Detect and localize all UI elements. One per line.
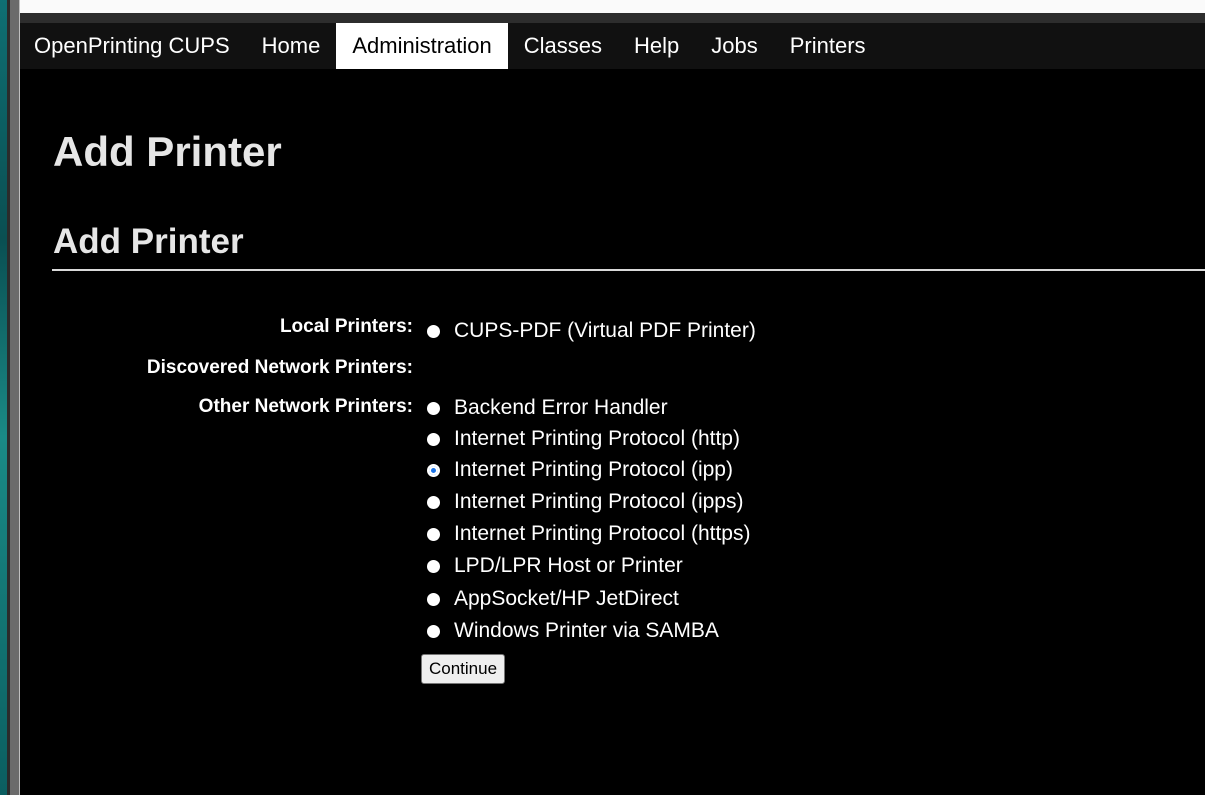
radio-button-selected[interactable] (427, 463, 440, 477)
top-navigation: OpenPrinting CUPS Home Administration Cl… (20, 23, 1205, 69)
option-lpd-lpr[interactable]: LPD/LPR Host or Printer (427, 554, 683, 578)
nav-item-classes[interactable]: Classes (508, 23, 618, 69)
nav-item-home[interactable]: Home (246, 23, 337, 69)
radio-button[interactable] (427, 624, 440, 638)
option-label: Backend Error Handler (454, 396, 668, 419)
nav-item-printers[interactable]: Printers (774, 23, 882, 69)
option-label: Internet Printing Protocol (ipp) (454, 458, 733, 481)
window-border-highlight (19, 0, 20, 795)
option-label: CUPS-PDF (Virtual PDF Printer) (454, 319, 756, 342)
radio-button[interactable] (427, 324, 440, 338)
nav-item-administration[interactable]: Administration (336, 23, 508, 69)
option-label: Internet Printing Protocol (ipps) (454, 490, 744, 513)
radio-button[interactable] (427, 527, 440, 541)
window-scrollbar-left (10, 0, 19, 795)
option-samba[interactable]: Windows Printer via SAMBA (427, 619, 719, 643)
other-printers-label: Other Network Printers: (198, 396, 413, 417)
radio-button[interactable] (427, 592, 440, 606)
section-title: Add Printer (53, 222, 244, 261)
radio-button[interactable] (427, 559, 440, 573)
radio-button[interactable] (427, 432, 440, 446)
page-title: Add Printer (53, 128, 282, 175)
option-label: Internet Printing Protocol (https) (454, 522, 751, 545)
option-cups-pdf[interactable]: CUPS-PDF (Virtual PDF Printer) (427, 319, 756, 343)
local-printers-label: Local Printers: (279, 316, 413, 337)
option-ipp-ipps[interactable]: Internet Printing Protocol (ipps) (427, 490, 743, 514)
option-ipp-https[interactable]: Internet Printing Protocol (https) (427, 522, 750, 546)
option-label: AppSocket/HP JetDirect (454, 587, 679, 610)
browser-top-shadow (20, 13, 1205, 23)
discovered-printers-label: Discovered Network Printers: (146, 357, 413, 378)
option-ipp-http[interactable]: Internet Printing Protocol (http) (427, 427, 740, 451)
nav-item-jobs[interactable]: Jobs (695, 23, 773, 69)
option-ipp-ipp[interactable]: Internet Printing Protocol (ipp) (427, 458, 733, 482)
continue-button[interactable]: Continue (421, 654, 506, 684)
nav-item-help[interactable]: Help (618, 23, 695, 69)
option-label: Internet Printing Protocol (http) (454, 427, 740, 450)
option-label: LPD/LPR Host or Printer (454, 554, 683, 577)
option-backend-error-handler[interactable]: Backend Error Handler (427, 396, 668, 420)
option-appsocket[interactable]: AppSocket/HP JetDirect (427, 587, 679, 611)
browser-top-strip (20, 0, 1205, 13)
section-divider (52, 269, 1205, 271)
option-label: Windows Printer via SAMBA (454, 619, 719, 642)
nav-item-openprinting-cups[interactable]: OpenPrinting CUPS (20, 23, 246, 69)
radio-button[interactable] (427, 495, 440, 509)
radio-button[interactable] (427, 401, 440, 415)
desktop-edge (0, 0, 7, 795)
